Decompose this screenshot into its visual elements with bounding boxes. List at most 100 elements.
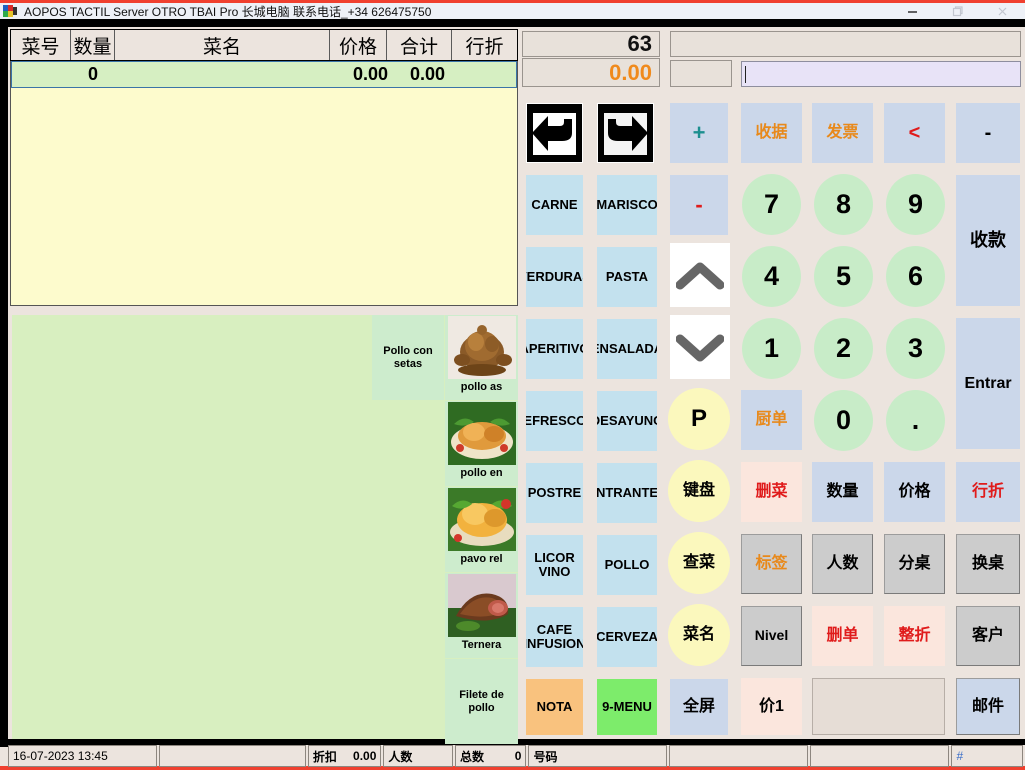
maximize-button[interactable] [935, 3, 980, 19]
product-tile-pavo-rel[interactable]: pavo rel [445, 487, 518, 572]
category-button-ensalada[interactable]: ENSALADA [597, 319, 657, 379]
key-2[interactable]: 2 [814, 318, 873, 379]
dish-name-button[interactable]: 菜名 [668, 604, 730, 666]
key-4[interactable]: 4 [742, 246, 801, 307]
key-9[interactable]: 9 [886, 174, 945, 235]
status-discount-value: 0.00 [353, 749, 377, 763]
status-people: 人数 [383, 745, 453, 767]
status-people-label: 人数 [388, 749, 413, 764]
key-8[interactable]: 8 [814, 174, 873, 235]
column-header-total: 合计 [387, 30, 452, 60]
key-7[interactable]: 7 [742, 174, 801, 235]
parking-button[interactable]: P [668, 388, 730, 450]
kitchen-ticket-button[interactable]: 厨单 [741, 390, 802, 450]
column-header-name: 菜名 [115, 30, 330, 60]
key-1[interactable]: 1 [742, 318, 801, 379]
category-button-9-menu[interactable]: 9-MENU [597, 679, 657, 735]
category-button-verduras[interactable]: VERDURAS [526, 247, 583, 307]
prev-page-button[interactable] [526, 103, 583, 163]
fullscreen-button[interactable]: 全屏 [670, 679, 728, 735]
category-button-marisco[interactable]: MARISCO [597, 175, 657, 235]
delete-order-button[interactable]: 删单 [812, 606, 873, 666]
order-table-header: 菜号 数量 菜名 价格 合计 行折 [10, 29, 518, 61]
next-page-button[interactable] [597, 103, 654, 163]
product-tile-ternera[interactable]: Ternera [445, 573, 518, 658]
product-tile-filete-de-pollo[interactable]: Filete de pollo [445, 659, 518, 744]
change-table-button[interactable]: 换桌 [956, 534, 1020, 594]
key-decimal[interactable]: . [886, 390, 945, 451]
status-total-label: 总数 [459, 749, 484, 764]
category-button-carne[interactable]: CARNE [526, 175, 583, 235]
category-button-cafe-infusion[interactable]: CAFE INFUSION [526, 607, 583, 667]
category-button-desayuno[interactable]: DESAYUNO [597, 391, 657, 451]
cell-qty: 0 [87, 64, 98, 84]
status-discount-label: 折扣 [312, 749, 337, 764]
invoice-button[interactable]: 发票 [812, 103, 873, 163]
product-label: Pollo con setas [383, 344, 433, 370]
cell-price: 0.00 [352, 64, 388, 84]
scroll-up-button[interactable] [670, 243, 730, 307]
table-row[interactable]: 0 0.00 0.00 [11, 61, 517, 88]
backspace-button[interactable]: < [884, 103, 945, 163]
price1-button[interactable]: 价1 [741, 678, 802, 735]
whole-discount-button[interactable]: 整折 [884, 606, 945, 666]
close-button[interactable] [980, 3, 1025, 19]
find-dish-button[interactable]: 查菜 [668, 532, 730, 594]
window-title: AOPOS TACTIL Server OTRO TBAI Pro 长城电脑 联… [24, 4, 432, 19]
mail-button[interactable]: 邮件 [956, 678, 1020, 735]
category-button-pasta[interactable]: PASTA [597, 247, 657, 307]
category-button-nota[interactable]: NOTA [526, 679, 583, 735]
label-button[interactable]: 标签 [741, 534, 802, 594]
search-input[interactable] [741, 61, 1021, 87]
category-button-refrescos[interactable]: REFRESCOS [526, 391, 583, 451]
category-button-pollo[interactable]: POLLO [597, 535, 657, 595]
split-table-button[interactable]: 分桌 [884, 534, 945, 594]
roast-chicken-photo [447, 316, 516, 379]
key-0[interactable]: 0 [814, 390, 873, 451]
price-button[interactable]: 价格 [884, 462, 945, 522]
pos-application-window: AOPOS TACTIL Server OTRO TBAI Pro 长城电脑 联… [0, 0, 1025, 770]
window-frame-left [0, 19, 8, 747]
scroll-down-button[interactable] [670, 315, 730, 379]
product-tile-pollo-as[interactable]: pollo as [445, 315, 518, 400]
dash-button[interactable]: - [956, 103, 1020, 163]
category-button-licor-vino[interactable]: LICOR VINO [526, 535, 583, 595]
cell-discount [453, 62, 516, 87]
status-field-b [810, 745, 950, 767]
nivel-button[interactable]: Nivel [741, 606, 802, 666]
window-controls [890, 3, 1025, 19]
info-display-wide [670, 31, 1021, 57]
key-6[interactable]: 6 [886, 246, 945, 307]
receipt-button[interactable]: 收据 [741, 103, 802, 163]
category-button-postre[interactable]: POSTRE [526, 463, 583, 523]
line-discount-button[interactable]: 行折 [956, 462, 1020, 522]
customer-button[interactable]: 客户 [956, 606, 1020, 666]
order-table: 菜号 数量 菜名 价格 合计 行折 0 0.00 0.00 [10, 29, 518, 306]
delete-item-button[interactable]: 删菜 [741, 462, 802, 522]
column-header-discount: 行折 [465, 36, 504, 58]
product-tile-pollo-con-setas[interactable]: Pollo con setas [372, 315, 444, 400]
category-button-aperitivo[interactable]: APERITIVO [526, 319, 583, 379]
keyboard-button[interactable]: 键盘 [668, 460, 730, 522]
product-label: pollo as [460, 381, 503, 393]
category-button-entrantes[interactable]: ENTRANTES [597, 463, 657, 523]
column-header-price: 价格 [330, 30, 387, 60]
status-spacer [158, 745, 306, 767]
product-tile-pollo-en[interactable]: pollo en [445, 401, 518, 486]
column-header-qty: 数量 [71, 30, 115, 60]
category-button-cerveza[interactable]: CERVEZA [597, 607, 657, 667]
enter-button[interactable]: Entrar [956, 318, 1020, 449]
chevron-down-icon [676, 334, 724, 362]
key-5[interactable]: 5 [814, 246, 873, 307]
quantity-button[interactable]: 数量 [812, 462, 873, 522]
key-3[interactable]: 3 [886, 318, 945, 379]
charge-button[interactable]: 收款 [956, 175, 1020, 306]
blank-button[interactable] [812, 678, 945, 735]
cell-total: 0.00 [409, 64, 445, 84]
decrease-quantity-button[interactable]: - [670, 175, 728, 235]
product-label: Ternera [461, 639, 502, 651]
people-count-button[interactable]: 人数 [812, 534, 873, 594]
increase-quantity-button[interactable]: + [670, 103, 728, 163]
minimize-button[interactable] [890, 3, 935, 19]
order-table-body[interactable]: 0 0.00 0.00 [10, 61, 518, 306]
